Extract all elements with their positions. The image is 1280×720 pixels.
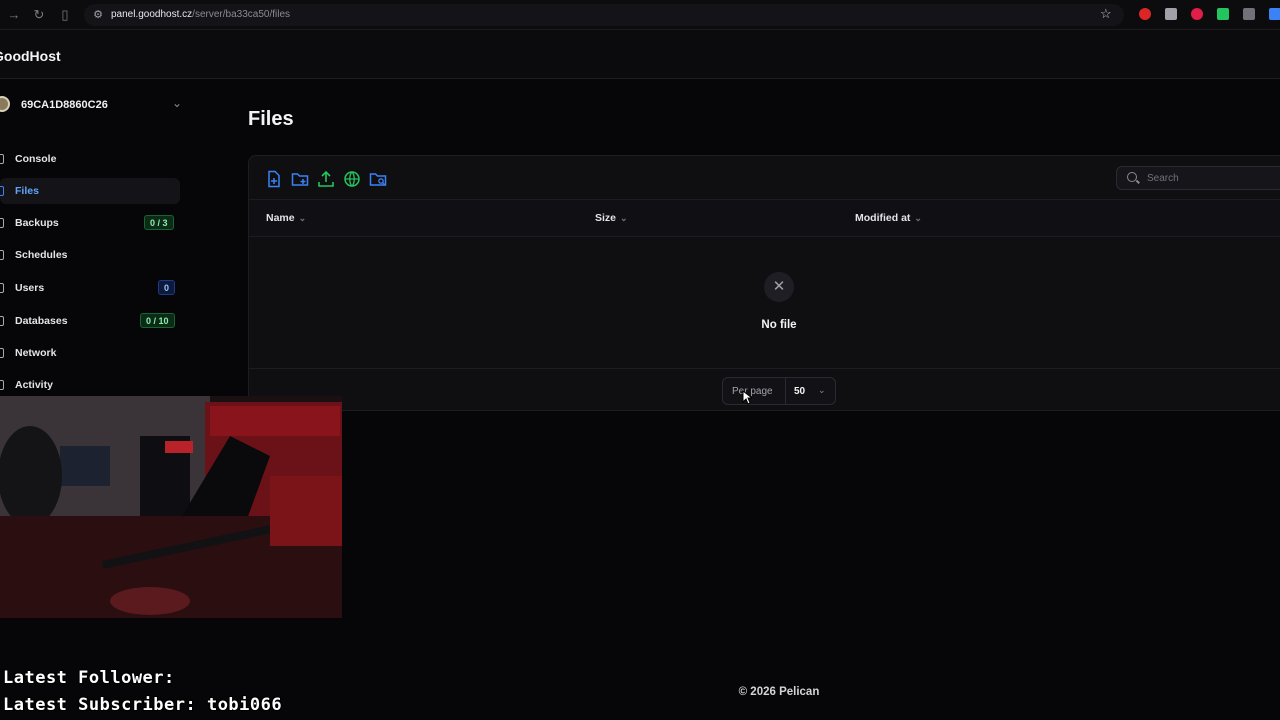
brand-logo[interactable]: GoodHost <box>0 48 61 64</box>
schedules-icon <box>0 250 4 260</box>
databases-icon <box>0 316 4 326</box>
chevron-down-icon: ⌄ <box>298 213 307 223</box>
extension-icon[interactable] <box>1269 8 1280 20</box>
backups-count-badge: 0 / 3 <box>144 215 174 230</box>
sidebar-item-files[interactable]: Files <box>0 178 180 204</box>
search-icon <box>1127 172 1137 182</box>
close-icon: ✕ <box>764 272 794 302</box>
column-header-label: Size <box>595 212 617 224</box>
extension-icon[interactable] <box>1243 8 1255 20</box>
bookmark-star-icon[interactable]: ☆ <box>1100 6 1112 22</box>
sidebar: 69CA1D8860C26 ⌄ Console Files Backups 0 … <box>0 80 190 400</box>
file-manager-panel: Search Name ⌄ Size ⌄ Modified at ⌄ ✕ No fil… <box>248 155 1280 411</box>
new-folder-icon[interactable] <box>291 170 309 188</box>
page-title: Files <box>248 108 294 130</box>
app-header: GoodHost <box>0 30 1280 79</box>
sidebar-item-label: Users <box>15 282 45 294</box>
per-page-label: Per page <box>732 386 773 397</box>
url-host: panel.goodhost.cz <box>111 9 193 20</box>
search-folder-icon[interactable] <box>369 170 387 188</box>
url-text[interactable]: panel.goodhost.cz/server/ba33ca50/files <box>111 9 290 20</box>
chevron-down-icon: ⌄ <box>914 213 922 223</box>
column-header-label: Modified at <box>855 212 911 224</box>
sidebar-item-activity[interactable]: Activity <box>0 372 180 398</box>
search-placeholder: Search <box>1147 173 1179 184</box>
sidebar-item-label: Activity <box>15 379 53 391</box>
latest-follower-text: Latest Follower: <box>3 668 175 688</box>
users-icon <box>0 283 4 293</box>
activity-icon <box>0 380 4 390</box>
table-header: Name ⌄ Size ⌄ Modified at ⌄ <box>249 200 1280 237</box>
chevron-down-icon: ⌄ <box>818 385 826 395</box>
sidebar-item-label: Console <box>15 153 57 165</box>
sidebar-item-label: Backups <box>15 217 59 229</box>
sidebar-item-label: Network <box>15 347 57 359</box>
empty-state-text: No file <box>761 319 797 331</box>
extension-icon[interactable] <box>1217 8 1229 20</box>
column-header-label: Name <box>266 212 295 224</box>
extension-icon[interactable] <box>1165 8 1177 20</box>
sidebar-item-databases[interactable]: Databases 0 / 10 <box>0 308 180 334</box>
browser-toolbar: → ↻ ▯ ⚙ panel.goodhost.cz/server/ba33ca5… <box>0 0 1280 30</box>
search-input[interactable]: Search <box>1116 166 1280 190</box>
chevron-down-icon[interactable]: ⌄ <box>172 96 182 110</box>
mouse-cursor-icon <box>742 390 752 405</box>
server-avatar <box>0 96 10 112</box>
webcam-image <box>0 396 342 618</box>
backups-icon <box>0 218 4 228</box>
per-page-select[interactable]: Per page 50 ⌄ <box>722 377 836 405</box>
network-icon <box>0 348 4 358</box>
databases-count-badge: 0 / 10 <box>140 313 175 328</box>
url-path: /server/ba33ca50/files <box>192 9 291 20</box>
webcam-overlay <box>0 396 342 618</box>
sidebar-toggle-icon[interactable]: ▯ <box>57 7 73 23</box>
pull-remote-icon[interactable] <box>343 170 361 188</box>
divider <box>785 378 786 404</box>
extension-icon[interactable] <box>1191 8 1203 20</box>
column-header-size[interactable]: Size ⌄ <box>595 212 628 224</box>
users-count-badge: 0 <box>158 280 176 295</box>
server-name: 69CA1D8860C26 <box>21 99 108 111</box>
console-icon <box>0 154 4 164</box>
sidebar-item-label: Databases <box>15 315 68 327</box>
file-toolbar: Search <box>249 156 1280 200</box>
sidebar-item-backups[interactable]: Backups 0 / 3 <box>0 210 180 236</box>
new-file-icon[interactable] <box>265 170 283 188</box>
per-page-value: 50 <box>794 386 806 397</box>
files-icon <box>0 186 4 196</box>
extension-icon[interactable] <box>1139 8 1151 20</box>
address-bar[interactable]: ⚙ panel.goodhost.cz/server/ba33ca50/file… <box>84 4 1124 26</box>
sidebar-item-label: Schedules <box>15 249 68 261</box>
sidebar-item-schedules[interactable]: Schedules <box>0 242 180 268</box>
column-header-modified[interactable]: Modified at ⌄ <box>855 212 922 224</box>
server-selector[interactable]: 69CA1D8860C26 ⌄ <box>0 96 190 116</box>
forward-icon[interactable]: → <box>6 7 22 23</box>
sidebar-item-console[interactable]: Console <box>0 146 180 172</box>
empty-state: ✕ No file <box>249 237 1280 369</box>
column-header-name[interactable]: Name ⌄ <box>266 212 306 224</box>
sidebar-item-network[interactable]: Network <box>0 340 180 366</box>
reload-icon[interactable]: ↻ <box>31 7 47 23</box>
site-settings-icon[interactable]: ⚙ <box>90 7 106 23</box>
latest-subscriber-text: Latest Subscriber: tobi066 <box>3 695 283 715</box>
chevron-down-icon: ⌄ <box>620 213 628 223</box>
sidebar-item-users[interactable]: Users 0 <box>0 275 180 301</box>
upload-icon[interactable] <box>317 170 335 188</box>
sidebar-item-label: Files <box>15 185 39 197</box>
